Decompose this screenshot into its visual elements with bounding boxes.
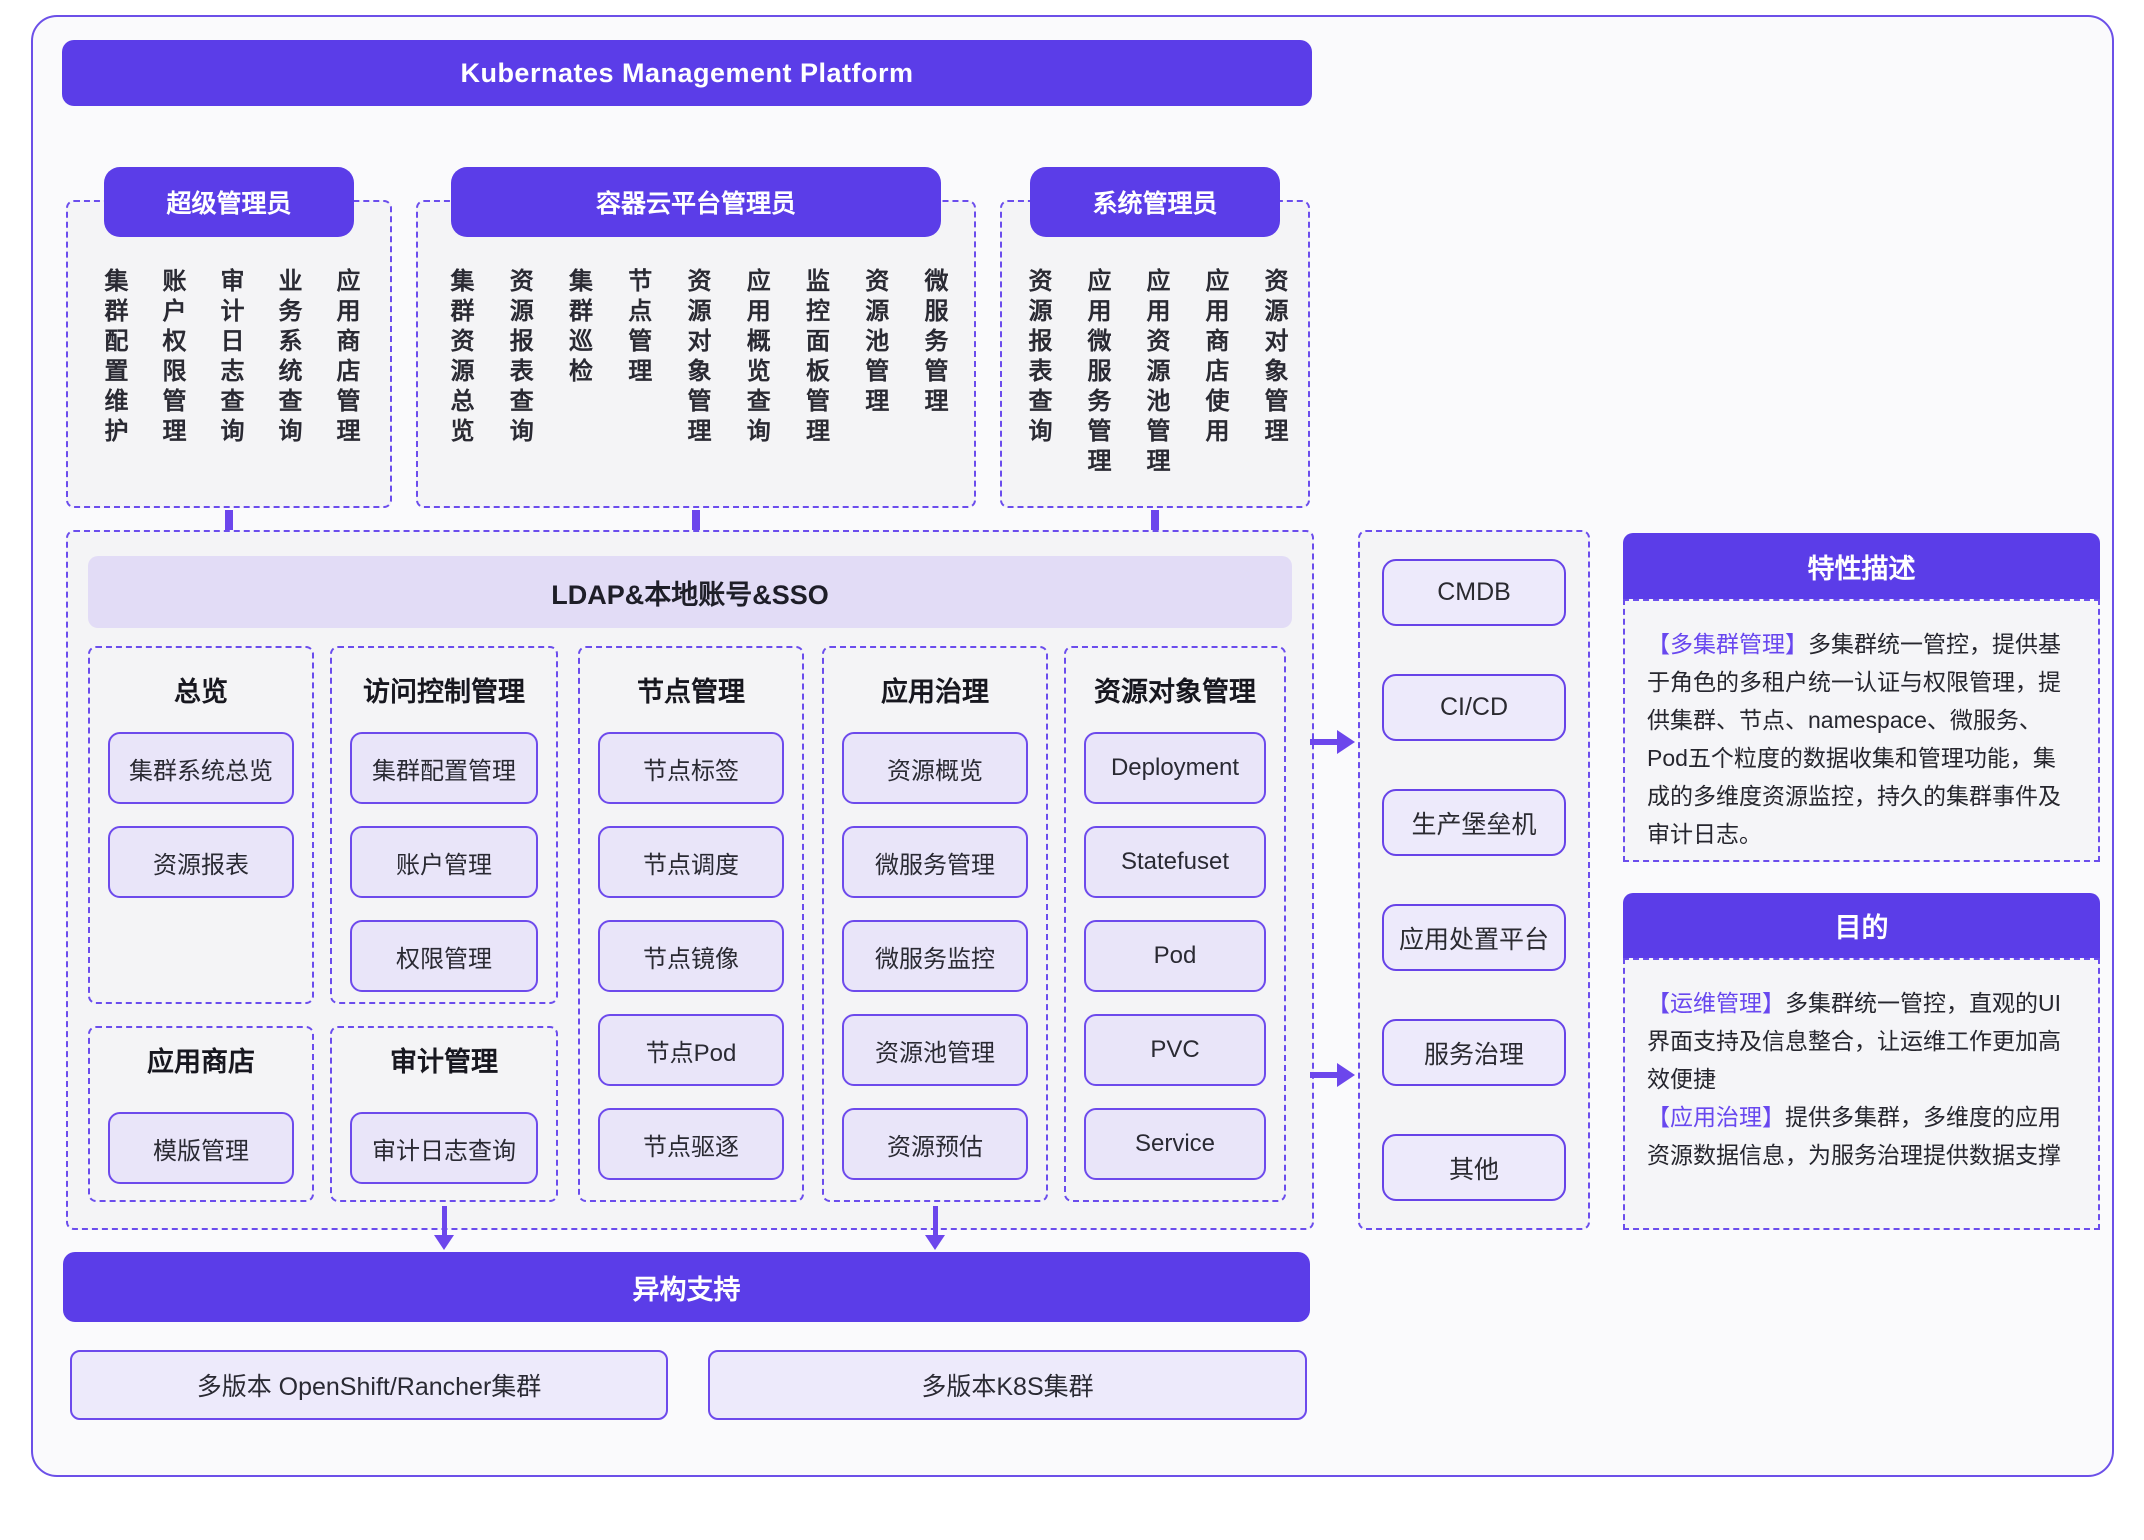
role-permission-list: 集群配置维护 账户权限管理 审计日志查询 业务系统查询 应用商店管理	[66, 268, 392, 448]
arrow-right-icon	[1310, 730, 1356, 754]
role-title-badge: 超级管理员	[104, 167, 354, 237]
role-permission-item: 账户权限管理	[158, 268, 184, 448]
role-permission-item: 资源对象管理	[683, 268, 709, 448]
module-title: 总览	[90, 670, 312, 708]
module-feature-box: 集群配置管理	[350, 732, 538, 804]
module-feature-box: 节点调度	[598, 826, 784, 898]
role-permission-item: 资源报表查询	[505, 268, 531, 448]
module-title: 审计管理	[332, 1040, 556, 1078]
role-permission-item: 资源池管理	[861, 268, 887, 448]
module-feature-box: PVC	[1084, 1014, 1266, 1086]
role-permission-item: 应用商店使用	[1201, 268, 1227, 478]
module-feature-box: 微服务管理	[842, 826, 1028, 898]
module-title: 访问控制管理	[332, 670, 556, 708]
role-permission-item: 应用微服务管理	[1083, 268, 1109, 478]
module-node-management: 节点管理 节点标签 节点调度 节点镜像 节点Pod 节点驱逐	[578, 646, 804, 1202]
module-feature-box: 资源概览	[842, 732, 1028, 804]
module-feature-box: Statefuset	[1084, 826, 1266, 898]
role-permission-item: 集群资源总览	[446, 268, 472, 448]
role-permission-item: 微服务管理	[920, 268, 946, 448]
arrow-right-icon	[1310, 1063, 1356, 1087]
module-feature-box: 资源预估	[842, 1108, 1028, 1180]
role-permission-item: 业务系统查询	[274, 268, 300, 448]
role-permission-item: 集群配置维护	[100, 268, 126, 448]
module-feature-box: Pod	[1084, 920, 1266, 992]
module-title: 应用治理	[824, 670, 1046, 708]
purpose-tag: 【应用治理】	[1647, 1104, 1785, 1130]
module-title: 资源对象管理	[1066, 670, 1284, 708]
module-title: 应用商店	[90, 1040, 312, 1078]
module-resource-objects: 资源对象管理 Deployment Statefuset Pod PVC Ser…	[1064, 646, 1286, 1202]
page-title: Kubernates Management Platform	[62, 40, 1312, 106]
role-title-badge: 系统管理员	[1030, 167, 1280, 237]
module-feature-box: 资源报表	[108, 826, 294, 898]
diagram-canvas: Kubernates Management Platform 超级管理员 集群配…	[0, 0, 2144, 1540]
purpose-section: 【应用治理】提供多集群，多维度的应用资源数据信息，为服务治理提供数据支撑	[1647, 1098, 2076, 1174]
module-app-governance: 应用治理 资源概览 微服务管理 微服务监控 资源池管理 资源预估	[822, 646, 1048, 1202]
purpose-panel-title: 目的	[1623, 893, 2100, 958]
auth-bar: LDAP&本地账号&SSO	[88, 556, 1292, 628]
role-permission-item: 应用资源池管理	[1142, 268, 1168, 478]
module-title: 节点管理	[580, 670, 802, 708]
module-feature-box: 权限管理	[350, 920, 538, 992]
role-permission-list: 资源报表查询 应用微服务管理 应用资源池管理 应用商店使用 资源对象管理	[1000, 268, 1310, 478]
role-permission-item: 审计日志查询	[216, 268, 242, 448]
module-feature-box: 集群系统总览	[108, 732, 294, 804]
role-permission-item: 应用概览查询	[742, 268, 768, 448]
module-feature-box: Service	[1084, 1108, 1266, 1180]
module-feature-box: 节点Pod	[598, 1014, 784, 1086]
module-feature-box: 模版管理	[108, 1112, 294, 1184]
arrow-down-icon	[434, 1206, 454, 1250]
feature-tag: 【多集群管理】	[1647, 631, 1808, 657]
role-group-system-admin: 系统管理员 资源报表查询 应用微服务管理 应用资源池管理 应用商店使用 资源对象…	[1000, 167, 1310, 237]
module-feature-box: 节点驱逐	[598, 1108, 784, 1180]
feature-text: 多集群统一管控，提供基于角色的多租户统一认证与权限管理，提供集群、节点、name…	[1647, 631, 2061, 847]
arrow-down-icon	[925, 1206, 945, 1250]
cluster-box-k8s: 多版本K8S集群	[708, 1350, 1307, 1420]
hetero-support-bar: 异构支持	[63, 1252, 1310, 1322]
role-group-super-admin: 超级管理员 集群配置维护 账户权限管理 审计日志查询 业务系统查询 应用商店管理	[66, 167, 392, 237]
module-audit-management: 审计管理 审计日志查询	[330, 1026, 558, 1202]
integration-box: CI/CD	[1382, 674, 1566, 741]
integrations-column: CMDB CI/CD 生产堡垒机 应用处置平台 服务治理 其他	[1358, 530, 1590, 1230]
feature-panel-body: 【多集群管理】多集群统一管控，提供基于角色的多租户统一认证与权限管理，提供集群、…	[1623, 599, 2100, 862]
integration-box: 生产堡垒机	[1382, 789, 1566, 856]
purpose-section: 【运维管理】多集群统一管控，直观的UI界面支持及信息整合，让运维工作更加高效便捷	[1647, 984, 2076, 1098]
module-feature-box: Deployment	[1084, 732, 1266, 804]
role-permission-item: 节点管理	[624, 268, 650, 448]
role-permission-item: 应用商店管理	[332, 268, 358, 448]
integration-box: 服务治理	[1382, 1019, 1566, 1086]
role-title-badge: 容器云平台管理员	[451, 167, 941, 237]
cluster-box-openshift-rancher: 多版本 OpenShift/Rancher集群	[70, 1350, 668, 1420]
integration-box: 应用处置平台	[1382, 904, 1566, 971]
role-permission-item: 监控面板管理	[802, 268, 828, 448]
module-feature-box: 节点标签	[598, 732, 784, 804]
role-permission-item: 资源报表查询	[1024, 268, 1050, 478]
role-permission-item: 集群巡检	[565, 268, 591, 448]
role-permission-item: 资源对象管理	[1260, 268, 1286, 478]
module-feature-box: 资源池管理	[842, 1014, 1028, 1086]
module-overview: 总览 集群系统总览 资源报表	[88, 646, 314, 1004]
module-app-store: 应用商店 模版管理	[88, 1026, 314, 1202]
module-feature-box: 节点镜像	[598, 920, 784, 992]
role-permission-list: 集群资源总览 资源报表查询 集群巡检 节点管理 资源对象管理 应用概览查询 监控…	[416, 268, 976, 448]
role-group-container-cloud-admin: 容器云平台管理员 集群资源总览 资源报表查询 集群巡检 节点管理 资源对象管理 …	[416, 167, 976, 237]
feature-panel-title: 特性描述	[1623, 533, 2100, 599]
integration-box: 其他	[1382, 1134, 1566, 1201]
module-feature-box: 微服务监控	[842, 920, 1028, 992]
purpose-panel-body: 【运维管理】多集群统一管控，直观的UI界面支持及信息整合，让运维工作更加高效便捷…	[1623, 958, 2100, 1230]
purpose-tag: 【运维管理】	[1647, 990, 1785, 1016]
module-access-control: 访问控制管理 集群配置管理 账户管理 权限管理	[330, 646, 558, 1004]
module-feature-box: 账户管理	[350, 826, 538, 898]
integration-box: CMDB	[1382, 559, 1566, 626]
module-feature-box: 审计日志查询	[350, 1112, 538, 1184]
